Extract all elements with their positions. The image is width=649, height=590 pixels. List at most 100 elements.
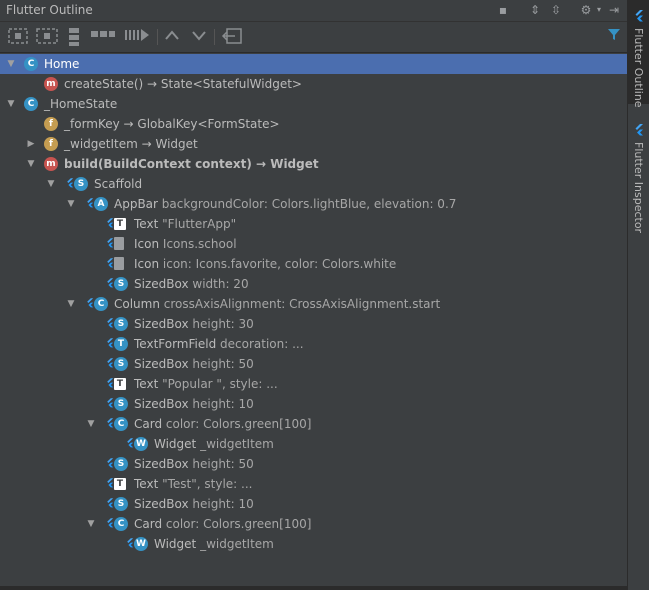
- icon-widget-icon: [114, 237, 124, 250]
- tree-row-text: SizedBox height: 50: [134, 454, 254, 474]
- gear-dropdown-icon[interactable]: ▾: [591, 2, 607, 18]
- tree-row-icon[interactable]: Icon icon: Icons.favorite, color: Colors…: [0, 254, 627, 274]
- tree-row-text: SizedBox height: 10: [134, 494, 254, 514]
- tab-flutter-outline[interactable]: Flutter Outline: [628, 0, 649, 108]
- field-icon: f: [44, 137, 58, 151]
- node-detail: backgroundColor: Colors.lightBlue, eleva…: [157, 197, 457, 211]
- tree-row-formkey[interactable]: f _formKey → GlobalKey<FormState>: [0, 114, 627, 134]
- expanded-arrow-icon[interactable]: ▼: [6, 54, 16, 74]
- icon-widget-icon: [114, 257, 124, 270]
- tree-row-createstate[interactable]: m createState() → State<StatefulWidget>: [0, 74, 627, 94]
- tree-row-card[interactable]: ▼ C Card color: Colors.green[100]: [0, 414, 627, 434]
- collapse-all-icon[interactable]: ⇳: [548, 2, 564, 18]
- tree-row-text[interactable]: T Text "FlutterApp": [0, 214, 627, 234]
- node-name: _widgetItem → Widget: [64, 137, 198, 151]
- tree-row-build[interactable]: ▼ m build(BuildContext context) → Widget: [0, 154, 627, 174]
- flutter-widget-icon: [106, 276, 114, 292]
- comment-icon[interactable]: ▪: [495, 2, 511, 18]
- flutter-widget-icon: [106, 216, 114, 232]
- expanded-arrow-icon[interactable]: ▼: [86, 414, 96, 434]
- tree-row-card[interactable]: ▼ C Card color: Colors.green[100]: [0, 514, 627, 534]
- tree-row-scaffold[interactable]: ▼ S Scaffold: [0, 174, 627, 194]
- flutter-widget-icon: [106, 396, 114, 412]
- node-detail: height: 50: [188, 357, 254, 371]
- expanded-arrow-icon[interactable]: ▼: [66, 294, 76, 314]
- tree-row-text: Scaffold: [94, 174, 142, 194]
- tree-row-column[interactable]: ▼ C Column crossAxisAlignment: CrossAxisAl…: [0, 294, 627, 314]
- node-name: build(BuildContext context) → Widget: [64, 157, 319, 171]
- flutter-widget-icon: [106, 236, 114, 252]
- tree-row-sizedbox[interactable]: S SizedBox height: 50: [0, 454, 627, 474]
- tree-row-text: _widgetItem → Widget: [64, 134, 198, 154]
- toolbar-separator: [157, 29, 158, 45]
- flutter-widget-icon: [126, 536, 134, 552]
- flutter-widget-icon: [106, 416, 114, 432]
- panel-title: Flutter Outline: [6, 3, 93, 17]
- widget-type-icon: C: [94, 297, 108, 311]
- node-name: Card: [134, 417, 163, 431]
- wrap-padding-icon[interactable]: [34, 27, 60, 47]
- node-name: Widget: [154, 537, 197, 551]
- tree-row-text: Text "Popular ", style: ...: [134, 374, 278, 394]
- tree-row-sizedbox[interactable]: S SizedBox height: 30: [0, 314, 627, 334]
- filter-icon[interactable]: [605, 27, 623, 47]
- tree-row-sizedbox[interactable]: S SizedBox width: 20: [0, 274, 627, 294]
- expanded-arrow-icon[interactable]: ▼: [26, 154, 36, 174]
- node-detail: crossAxisAlignment: CrossAxisAlignment.s…: [159, 297, 441, 311]
- method-icon: m: [44, 157, 58, 171]
- expand-all-icon[interactable]: ⇕: [527, 2, 543, 18]
- flutter-widget-icon: [106, 356, 114, 372]
- extract-widget-icon[interactable]: [123, 27, 151, 47]
- remove-widget-icon[interactable]: [220, 27, 244, 47]
- tree-row-text: SizedBox height: 50: [134, 354, 254, 374]
- node-detail: "FlutterApp": [158, 217, 237, 231]
- expanded-arrow-icon[interactable]: ▼: [6, 94, 16, 114]
- expanded-arrow-icon[interactable]: ▼: [86, 514, 96, 534]
- wrap-center-icon[interactable]: [6, 27, 30, 47]
- tree-row-icon[interactable]: Icon Icons.school: [0, 234, 627, 254]
- node-name: Text: [134, 477, 159, 491]
- tree-row-textformfield[interactable]: T TextFormField decoration: ...: [0, 334, 627, 354]
- tree-row-text[interactable]: T Text "Popular ", style: ...: [0, 374, 627, 394]
- node-detail: height: 10: [188, 497, 254, 511]
- wrap-row-icon[interactable]: [89, 27, 117, 47]
- tree-row-widgetitem[interactable]: ▶ f _widgetItem → Widget: [0, 134, 627, 154]
- tab-flutter-inspector-label: Flutter Inspector: [632, 142, 645, 234]
- hide-panel-icon[interactable]: ⇥: [606, 2, 622, 18]
- expanded-arrow-icon[interactable]: ▼: [66, 194, 76, 214]
- node-detail: color: Colors.green[100]: [162, 417, 312, 431]
- tree-row-text: Text "Test", style: ...: [134, 474, 252, 494]
- flutter-widget-icon: [106, 496, 114, 512]
- node-name: Card: [134, 517, 163, 531]
- tree-row-sizedbox[interactable]: S SizedBox height: 10: [0, 494, 627, 514]
- tree-row-appbar[interactable]: ▼ A AppBar backgroundColor: Colors.lightBl…: [0, 194, 627, 214]
- tab-flutter-inspector[interactable]: Flutter Inspector: [628, 120, 649, 240]
- move-down-icon[interactable]: [190, 27, 208, 47]
- node-detail: _widgetItem: [196, 537, 274, 551]
- tree-row-text: Home: [44, 54, 79, 74]
- tree-row-text: TextFormField decoration: ...: [134, 334, 304, 354]
- class-icon: C: [24, 57, 38, 71]
- tree-row-text[interactable]: T Text "Test", style: ...: [0, 474, 627, 494]
- tree-row-home[interactable]: ▼ C Home: [0, 54, 627, 74]
- flutter-widget-icon: [106, 476, 114, 492]
- tree-row-widget[interactable]: W Widget _widgetItem: [0, 534, 627, 554]
- flutter-widget-icon: [86, 296, 94, 312]
- flutter-widget-icon: [66, 176, 74, 192]
- widget-type-icon: W: [134, 537, 148, 551]
- wrap-column-icon[interactable]: [66, 27, 82, 47]
- outline-tree: ▼ C Home m createState() → State<StatefulWid…: [0, 54, 627, 588]
- tree-row-homestate[interactable]: ▼ C _HomeState: [0, 94, 627, 114]
- node-name: TextFormField: [134, 337, 217, 351]
- tree-row-widget[interactable]: W Widget _widgetItem: [0, 434, 627, 454]
- move-up-icon[interactable]: [163, 27, 181, 47]
- tree-row-sizedbox[interactable]: S SizedBox height: 50: [0, 354, 627, 374]
- widget-type-icon: S: [114, 317, 128, 331]
- tree-row-sizedbox[interactable]: S SizedBox height: 10: [0, 394, 627, 414]
- widget-type-icon: S: [114, 357, 128, 371]
- toolbar-separator: [214, 29, 215, 45]
- panel-bottom-border: [0, 586, 627, 590]
- expanded-arrow-icon[interactable]: ▼: [46, 174, 56, 194]
- collapsed-arrow-icon[interactable]: ▶: [26, 134, 36, 154]
- node-name: Widget: [154, 437, 197, 451]
